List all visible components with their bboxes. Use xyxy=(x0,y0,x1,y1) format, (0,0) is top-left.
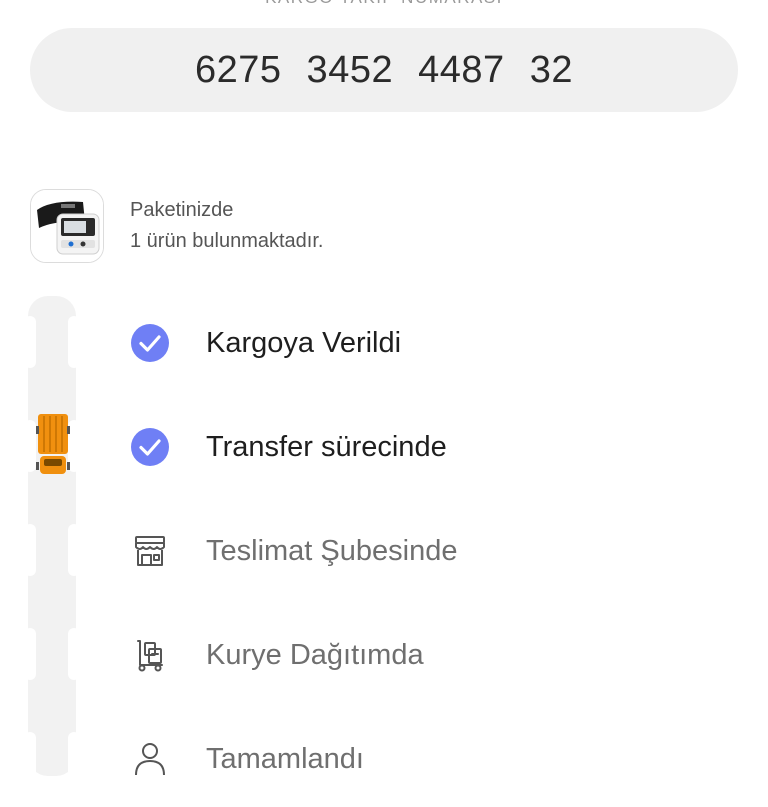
road-track xyxy=(28,296,76,776)
product-thumbnail xyxy=(30,189,104,263)
package-summary[interactable]: Paketinizde 1 ürün bulunmaktadır. xyxy=(30,187,323,265)
tracking-number-field[interactable]: 6275 3452 4487 32 xyxy=(30,28,738,112)
step-label: Tamamlandı xyxy=(206,742,364,775)
step-label: Kargoya Verildi xyxy=(206,326,402,359)
courier-icon xyxy=(130,635,170,675)
step-kargoya-verildi[interactable]: Kargoya Verildi xyxy=(130,295,690,391)
package-line-2: 1 ürün bulunmaktadır. xyxy=(130,230,324,252)
check-circle-icon xyxy=(130,427,170,467)
step-label: Transfer sürecinde xyxy=(206,430,447,463)
user-icon xyxy=(130,739,170,779)
step-teslimat-subesinde[interactable]: Teslimat Şubesinde xyxy=(130,503,690,599)
check-circle-icon xyxy=(130,323,170,363)
step-label: Kurye Dağıtımda xyxy=(206,638,424,671)
step-label: Teslimat Şubesinde xyxy=(206,534,458,567)
tracking-number: 6275 3452 4487 32 xyxy=(194,48,574,91)
blood-pressure-monitor-image xyxy=(31,190,103,262)
step-transfer-surecinde[interactable]: Transfer sürecinde xyxy=(130,399,690,495)
truck-icon xyxy=(36,414,70,474)
tracking-caption: KARGO TAKİP NUMARASI xyxy=(0,0,768,8)
package-line-1: Paketinizde xyxy=(130,199,234,221)
store-icon xyxy=(130,531,170,571)
step-tamamlandi[interactable]: Tamamlandı xyxy=(130,711,690,807)
step-kurye-dagitimda[interactable]: Kurye Dağıtımda xyxy=(130,607,690,703)
